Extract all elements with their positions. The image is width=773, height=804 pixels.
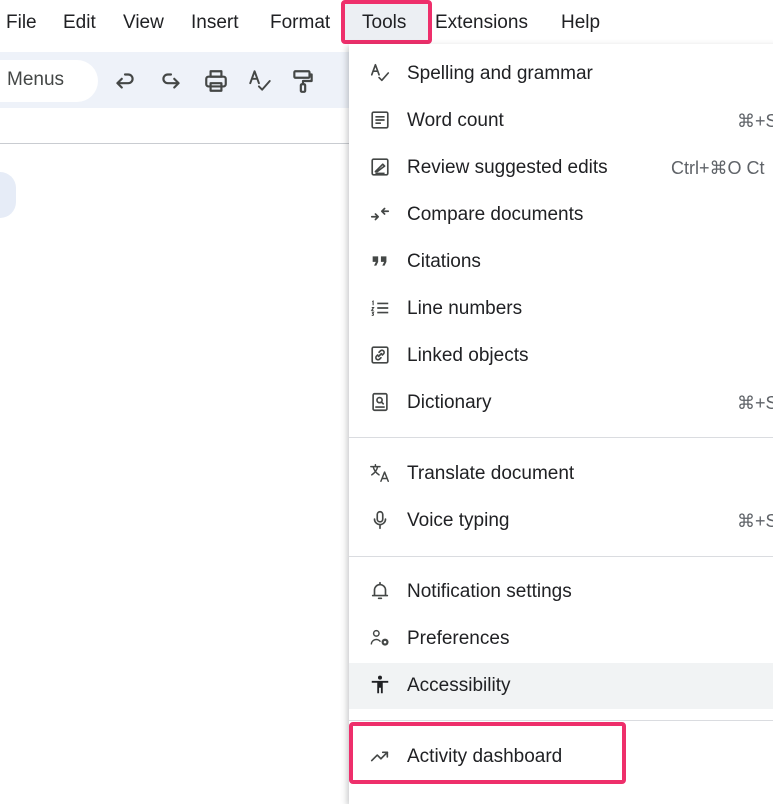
menu-file[interactable]: File [6,9,37,37]
menu-item-label: Notification settings [407,581,572,602]
menu-item-line-numbers[interactable]: Line numbers [349,286,773,332]
menu-item-spelling-and-grammar[interactable]: Spelling and grammar [349,51,773,97]
shortcut-text: ⌘+S [737,511,773,531]
menu-separator [349,437,773,438]
print-icon[interactable] [203,68,229,94]
preferences-icon [369,627,391,649]
menu-item-compare-documents[interactable]: Compare documents [349,192,773,238]
menu-item-label: Linked objects [407,345,529,366]
line-numbers-icon [369,297,391,319]
menu-item-label: Word count [407,110,504,131]
compare-icon [369,203,391,225]
redo-icon[interactable] [158,68,184,94]
menu-bar: File Edit View Insert Format Tools Exten… [0,0,773,46]
menu-item-citations[interactable]: Citations [349,239,773,285]
menu-item-label: Accessibility [407,675,511,696]
dictionary-icon [369,391,391,413]
menu-item-label: Compare documents [407,204,584,225]
menu-extensions[interactable]: Extensions [435,9,528,37]
shortcut-text: Ctrl+⌘O Ct [671,158,765,178]
menu-view[interactable]: View [123,9,164,37]
activity-dashboard-highlight [349,722,626,784]
menu-item-word-count[interactable]: Word count ⌘+S [349,98,773,144]
menu-item-label: Translate document [407,463,575,484]
paint-format-icon[interactable] [290,68,316,94]
menu-item-label: Line numbers [407,298,523,319]
word-count-icon [369,109,391,131]
menu-item-label: Spelling and grammar [407,63,593,84]
menu-item-preferences[interactable]: Preferences [349,616,773,662]
quote-icon [369,250,391,272]
tools-dropdown-menu: Spelling and grammar Word count ⌘+S Revi… [349,44,773,804]
ruler-divider [0,143,350,144]
menu-item-linked-objects[interactable]: Linked objects [349,333,773,379]
menu-item-voice-typing[interactable]: Voice typing ⌘+S [349,498,773,544]
menu-help[interactable]: Help [561,9,600,37]
undo-icon[interactable] [112,68,138,94]
document-outline-tab[interactable] [0,172,16,218]
shortcut-text: ⌘+S [737,111,773,131]
link-icon [369,344,391,366]
menus-label: Menus [7,69,65,90]
review-edits-icon [369,156,391,178]
menu-item-label: Voice typing [407,510,510,531]
menu-edit[interactable]: Edit [63,9,96,37]
menu-item-accessibility[interactable]: Accessibility [349,663,773,709]
menu-item-label: Review suggested edits [407,157,608,178]
bell-icon [369,580,391,602]
translate-icon [369,462,391,484]
menu-separator [349,556,773,557]
shortcut-text: ⌘+S [737,393,773,413]
microphone-icon [369,509,391,531]
menu-separator [349,720,773,721]
spellcheck-icon[interactable] [247,68,273,94]
menu-format[interactable]: Format [270,9,330,37]
spellcheck-icon [369,62,391,84]
accessibility-icon [369,674,391,696]
menu-item-translate-document[interactable]: Translate document [349,451,773,497]
menu-item-dictionary[interactable]: Dictionary ⌘+S [349,380,773,426]
menu-item-label: Citations [407,251,481,272]
menu-item-label: Dictionary [407,392,492,413]
menu-insert[interactable]: Insert [191,9,239,37]
menu-item-review-suggested-edits[interactable]: Review suggested edits Ctrl+⌘O Ct [349,145,773,191]
menu-item-notification-settings[interactable]: Notification settings [349,569,773,615]
menu-tools[interactable]: Tools [362,9,406,37]
menu-item-label: Preferences [407,628,510,649]
